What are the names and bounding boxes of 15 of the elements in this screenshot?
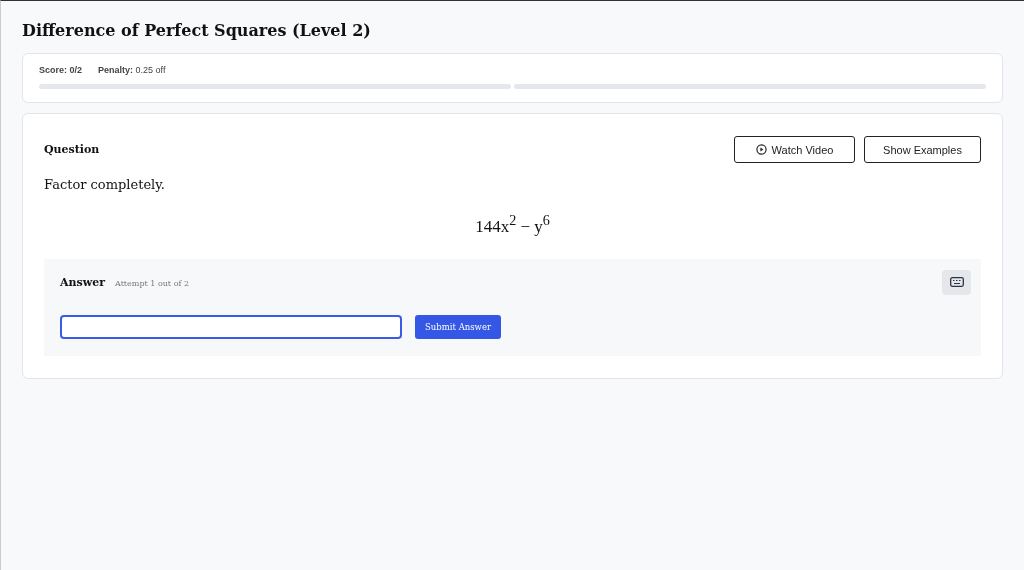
answer-heading: Answer <box>60 275 105 289</box>
page-title: Difference of Perfect Squares (Level 2) <box>22 21 372 40</box>
show-examples-button[interactable]: Show Examples <box>864 136 981 163</box>
question-heading: Question <box>44 143 100 156</box>
penalty-text: Penalty: 0.25 off <box>98 65 166 75</box>
keyboard-button[interactable] <box>942 269 971 295</box>
answer-field[interactable] <box>60 314 402 339</box>
question-prompt: Factor completely. <box>44 177 166 192</box>
watch-video-button[interactable]: Watch Video <box>734 136 855 163</box>
submit-answer-button[interactable]: Submit Answer <box>415 314 501 339</box>
play-icon <box>755 144 767 155</box>
math-expression: 144x$^{2}$ − y$^{6}$ <box>475 216 550 236</box>
score-text: Score: 0/2 <box>39 65 83 75</box>
keyboard-icon <box>949 277 964 288</box>
attempt-counter: Attempt 1 out of 2 <box>115 278 190 288</box>
